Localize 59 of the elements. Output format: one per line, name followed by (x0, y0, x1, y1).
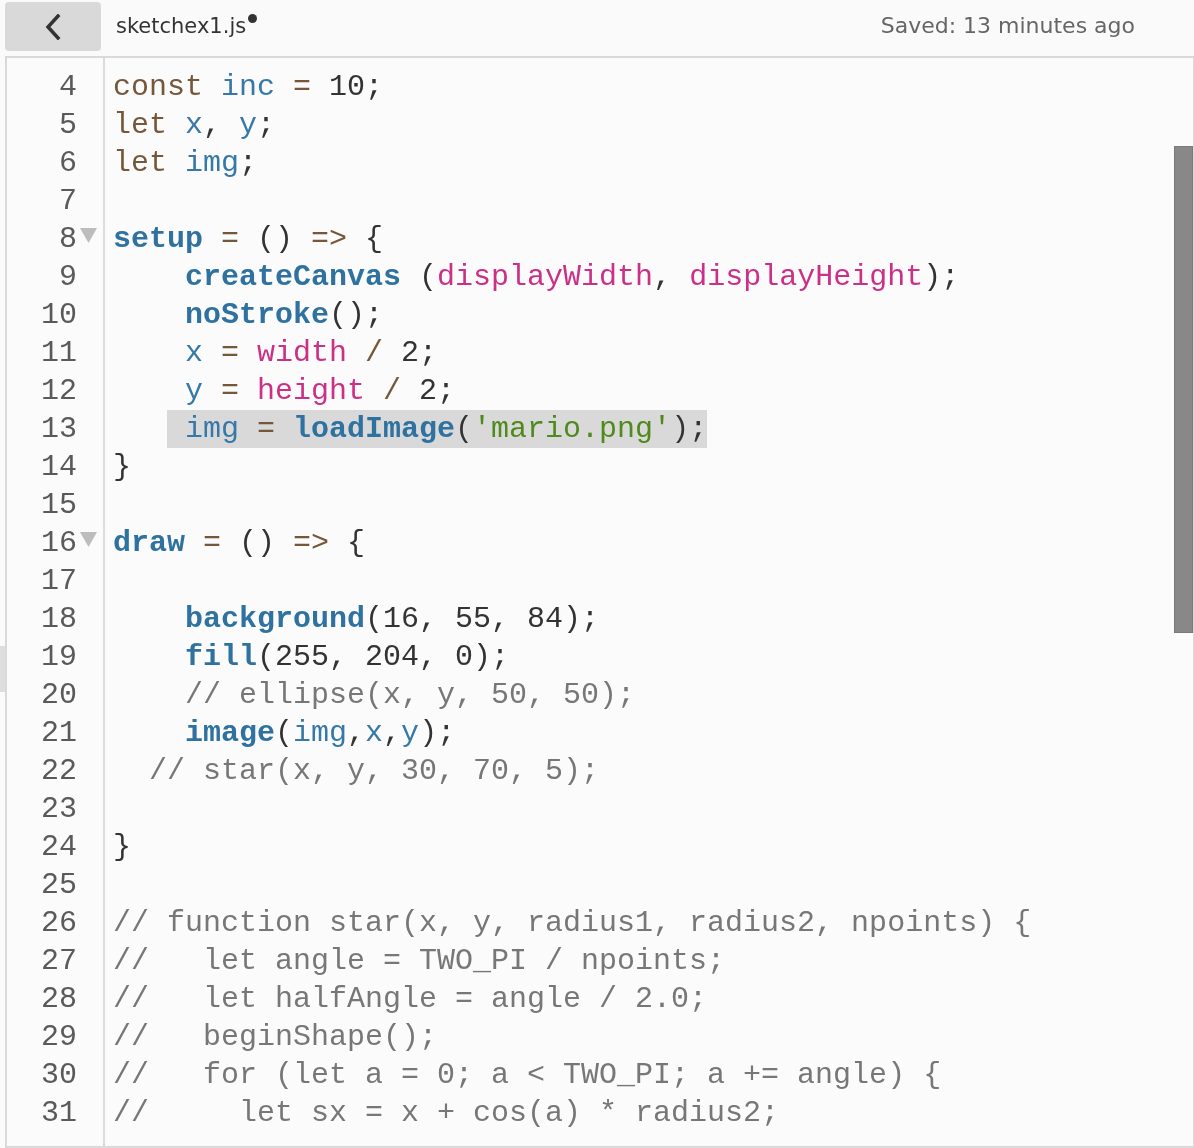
line-number: 4 (58, 69, 77, 106)
line-number: 28 (40, 981, 77, 1018)
line-number: 15 (40, 487, 77, 524)
line-number: 17 (40, 563, 77, 600)
line-number: 24 (40, 829, 77, 866)
code-line: // for (let a = 0; a < TWO_PI; a += angle) { (113, 1057, 942, 1094)
line-number: 14 (40, 449, 77, 486)
line-number: 31 (40, 1095, 77, 1132)
code-line: // beginShape(); (113, 1019, 438, 1056)
line-number: 10 (40, 297, 77, 334)
code-line: createCanvas (displayWidth, displayHeight); (185, 259, 960, 296)
code-line: } (113, 449, 131, 486)
code-line: noStroke(); (185, 297, 384, 334)
code-line: background(16, 55, 84); (185, 601, 600, 638)
code-line: // let angle = TWO_PI / npoints; (113, 943, 726, 980)
code-line: // function star(x, y, radius1, radius2, npoints) { (113, 905, 1032, 942)
line-number: 29 (40, 1019, 77, 1056)
code-line: // ellipse(x, y, 50, 50); (185, 677, 636, 714)
line-number: 18 (40, 601, 77, 638)
line-number: 5 (58, 107, 77, 144)
save-status: Saved: 13 minutes ago (880, 12, 1135, 40)
line-number: 25 (40, 867, 77, 904)
code-line: const inc = 10; (113, 69, 384, 106)
code-line: fill(255, 204, 0); (185, 639, 510, 676)
caret-down-icon[interactable] (80, 228, 97, 243)
code-line: // star(x, y, 30, 70, 5); (149, 753, 600, 790)
line-number: 21 (40, 715, 77, 752)
line-number: 26 (40, 905, 77, 942)
code-line: draw = () => { (113, 525, 366, 562)
line-number: 22 (40, 753, 77, 790)
caret-down-icon[interactable] (80, 532, 97, 547)
code-line: setup = () => { (113, 221, 384, 258)
line-number: 20 (40, 677, 77, 714)
code-line: image(img,x,y); (185, 715, 456, 752)
line-number: 30 (40, 1057, 77, 1094)
line-number: 7 (58, 183, 77, 220)
code-line: x = width / 2; (185, 335, 438, 372)
line-number: 11 (40, 335, 77, 372)
chevron-left-icon (45, 13, 61, 40)
line-number: 23 (40, 791, 77, 828)
code-line: let img; (113, 145, 258, 182)
line-number: 9 (58, 259, 77, 296)
line-number: 27 (40, 943, 77, 980)
line-number: 13 (40, 411, 77, 448)
code-editor[interactable] (5, 56, 1194, 1148)
code-line: // let sx = x + cos(a) * radius2; (113, 1095, 780, 1132)
line-number: 8 (58, 221, 77, 258)
file-name[interactable]: sketchex1.js (116, 11, 247, 41)
code-line: y = height / 2; (185, 373, 456, 410)
code-line: let x, y; (113, 107, 276, 144)
line-number: 16 (40, 525, 77, 562)
line-number: 6 (58, 145, 77, 182)
line-number: 19 (40, 639, 77, 676)
scrollbar-thumb[interactable] (1174, 146, 1193, 633)
code-line: // let halfAngle = angle / 2.0; (113, 981, 708, 1018)
side-panel-handle[interactable] (0, 646, 5, 692)
back-button[interactable] (5, 2, 101, 51)
code-line: } (113, 829, 131, 866)
line-number: 12 (40, 373, 77, 410)
